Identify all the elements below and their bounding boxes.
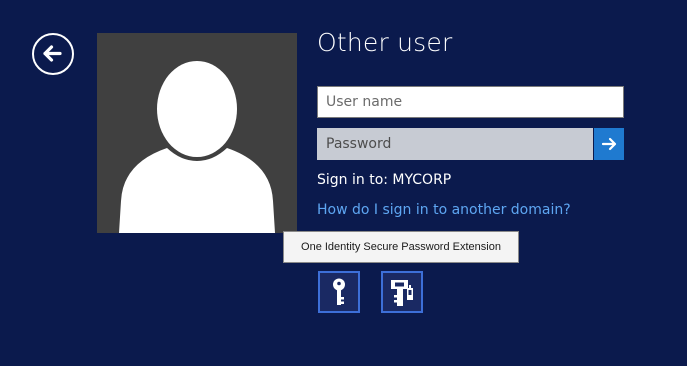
back-arrow-icon <box>43 45 62 62</box>
secure-password-extension-icon <box>391 280 413 306</box>
key-icon <box>333 278 345 305</box>
key-credential-tile[interactable] <box>318 271 360 313</box>
tooltip: One Identity Secure Password Extension <box>283 231 519 263</box>
back-button[interactable] <box>32 33 74 75</box>
avatar <box>97 33 297 233</box>
page-title: Other user <box>317 28 453 57</box>
submit-button[interactable] <box>594 128 624 160</box>
password-input[interactable] <box>317 128 593 160</box>
username-input[interactable] <box>317 86 624 118</box>
user-silhouette-icon <box>119 61 275 233</box>
sign-in-domain-label: Sign in to: MYCORP <box>317 172 452 188</box>
another-domain-link[interactable]: How do I sign in to another domain? <box>317 202 571 218</box>
right-arrow-icon <box>601 137 617 151</box>
secure-password-extension-tile[interactable] <box>381 271 423 313</box>
